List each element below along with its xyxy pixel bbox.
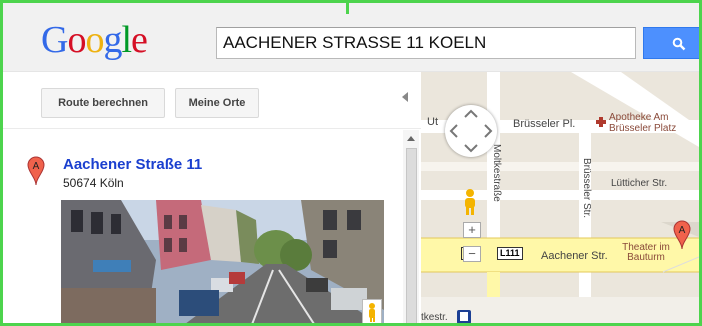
street-view-image (61, 200, 384, 323)
sidebar-scrollbar[interactable] (403, 130, 419, 323)
map-label-bruesseler-str: Brüsseler Str. (581, 158, 592, 219)
result-marker-icon[interactable]: A (27, 156, 45, 186)
pharmacy-icon (596, 117, 606, 127)
zoom-in-button[interactable]: + (463, 222, 481, 238)
divider (3, 128, 421, 129)
pegman-icon[interactable] (461, 188, 479, 216)
map-label-aachener: Aachener Str. (541, 250, 608, 262)
route-button[interactable]: Route berechnen (41, 88, 165, 118)
result-marker-letter: A (33, 161, 40, 172)
street-view-pegman-icon[interactable] (362, 299, 382, 323)
map-pan-control[interactable] (445, 105, 497, 157)
transit-icon (457, 310, 471, 323)
road-badge-l111: L111 (497, 247, 523, 260)
scroll-up-icon[interactable] (407, 136, 415, 141)
browser-frame: Google AACHENER STRASSE 11 KOELN Route b… (0, 0, 702, 326)
my-places-button[interactable]: Meine Orte (175, 88, 259, 118)
map-marker-a-icon[interactable]: A (673, 220, 691, 250)
logo-letter: o (67, 19, 86, 61)
map-label-bruesseler-pl: Brüsseler Pl. (513, 118, 576, 130)
pan-arrows-icon (449, 109, 493, 153)
result-title-link[interactable]: Aachener Straße 11 (63, 156, 202, 173)
logo-letter: o (85, 19, 104, 61)
search-button[interactable] (643, 27, 699, 59)
map-label-theater: Theater im Bauturm (622, 242, 670, 263)
zoom-out-button[interactable]: − (463, 246, 481, 262)
map-label-apotheke: Apotheke Am Brüsseler Platz (609, 112, 677, 134)
logo-letter: g (103, 19, 122, 61)
sidebar-panel: Route berechnen Meine Orte A Aachener St… (3, 72, 421, 323)
search-input[interactable]: AACHENER STRASSE 11 KOELN (216, 27, 636, 59)
map-label-tkestr: tkestr. (421, 312, 448, 323)
map-label-ut: Ut (427, 116, 438, 128)
search-input-value: AACHENER STRASSE 11 KOELN (223, 33, 487, 52)
logo-letter: l (121, 19, 132, 61)
logo-letter: e (131, 19, 148, 61)
scroll-thumb[interactable] (406, 148, 417, 323)
map-view[interactable]: Ut Brüsseler Pl. Apotheke Am Brüsseler P… (421, 72, 699, 323)
collapse-panel-icon[interactable] (402, 92, 408, 102)
search-icon (672, 37, 686, 51)
header: Google AACHENER STRASSE 11 KOELN (3, 3, 699, 72)
map-marker-letter: A (679, 225, 686, 236)
map-label-luetticher: Lütticher Str. (611, 178, 668, 189)
logo-letter: G (41, 19, 68, 61)
frame-notch (346, 0, 349, 14)
google-logo[interactable]: Google (41, 19, 148, 61)
result-address: 50674 Köln (63, 176, 124, 190)
street-view-thumbnail[interactable] (61, 200, 384, 323)
